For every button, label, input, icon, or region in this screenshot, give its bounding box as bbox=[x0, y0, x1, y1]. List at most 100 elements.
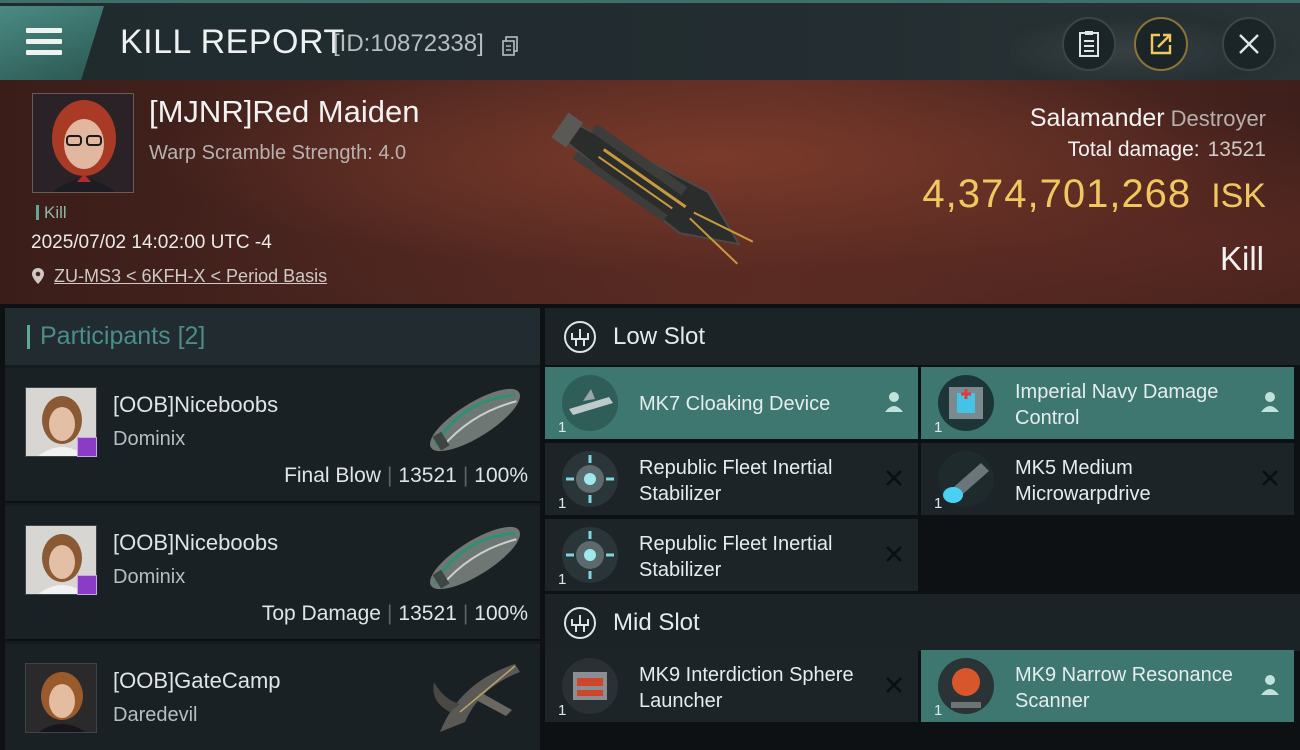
participant-name[interactable]: [OOB]Niceboobs bbox=[113, 392, 278, 418]
interdiction-launcher-icon bbox=[562, 658, 618, 714]
participant-row[interactable]: [OOB]Niceboobs Dominix Top Damage | 13521 |… bbox=[5, 506, 540, 641]
participant-ship-art bbox=[429, 526, 521, 590]
module-quantity: 1 bbox=[558, 571, 567, 588]
warp-scramble-strength: Warp Scramble Strength: 4.0 bbox=[149, 142, 407, 164]
top-bar: KILL REPORT [ID:10872338] bbox=[0, 0, 1300, 81]
copy-icon[interactable] bbox=[502, 36, 518, 56]
person-icon bbox=[1261, 392, 1279, 412]
victim-ship-art bbox=[551, 112, 754, 265]
participant-badge bbox=[77, 575, 97, 595]
isk-unit: ISK bbox=[1211, 177, 1266, 215]
participant-name[interactable]: [OOB]Niceboobs bbox=[113, 530, 278, 556]
module-item[interactable]: 1 MK9 Narrow Resonance Scanner bbox=[921, 650, 1294, 722]
participant-name[interactable]: [OOB]GateCamp bbox=[113, 668, 281, 694]
damage-control-icon bbox=[938, 375, 994, 431]
total-damage-value: 13521 bbox=[1207, 138, 1266, 161]
module-name: Republic Fleet Inertial Stabilizer bbox=[639, 457, 833, 505]
victim-banner: [MJNR]Red Maiden Warp Scramble Strength:… bbox=[0, 80, 1300, 304]
result-label: Kill bbox=[1219, 240, 1264, 277]
participant-role: Final Blow bbox=[284, 464, 381, 487]
location-text[interactable]: ZU-MS3 < 6KFH-X < Period Basis bbox=[54, 266, 327, 286]
close-icon bbox=[1239, 34, 1259, 54]
isk-amount: 4,374,701,268 bbox=[922, 172, 1192, 216]
victim-ship[interactable]: Salamander Destroyer bbox=[1030, 104, 1266, 133]
participants-label: Participants bbox=[40, 322, 171, 350]
module-item[interactable]: 1 MK5 Medium Microwarpdrive bbox=[921, 443, 1294, 515]
resonance-scanner-icon bbox=[938, 658, 994, 714]
participant-stats: Top Damage | 13521 | 100% bbox=[261, 602, 528, 625]
low-slot-title: Low Slot bbox=[613, 322, 706, 350]
location-link[interactable]: ZU-MS3 < 6KFH-X < Period Basis bbox=[31, 266, 327, 287]
module-quantity: 1 bbox=[558, 419, 567, 436]
participants-count: [2] bbox=[177, 322, 206, 350]
page-title: KILL REPORT bbox=[120, 23, 345, 61]
module-item[interactable]: 1 Imperial Navy Damage Control bbox=[921, 367, 1294, 439]
module-item[interactable]: 1 Republic Fleet Inertial Stabilizer bbox=[545, 443, 918, 515]
clipboard-icon bbox=[1079, 31, 1099, 57]
module-name: MK7 Cloaking Device bbox=[639, 393, 831, 415]
mid-slot-title: Mid Slot bbox=[613, 608, 700, 636]
kill-timestamp: 2025/07/02 14:02:00 UTC -4 bbox=[31, 232, 272, 253]
participants-header: Participants [2] bbox=[5, 308, 540, 365]
x-icon bbox=[886, 470, 902, 486]
participants-panel: Participants [2] [OOB]Niceboobs Dominix … bbox=[5, 308, 540, 750]
total-damage: Total damage: 13521 bbox=[1068, 138, 1266, 162]
participant-damage: 13521 bbox=[398, 602, 457, 625]
participant-ship: Dominix bbox=[113, 566, 186, 588]
menu-button[interactable] bbox=[0, 6, 104, 80]
isk-value: 4,374,701,268 ISK bbox=[922, 172, 1266, 217]
menu-icon bbox=[26, 28, 62, 61]
microwarpdrive-icon bbox=[938, 451, 994, 507]
module-quantity: 1 bbox=[934, 495, 943, 512]
participant-ship-art bbox=[429, 388, 521, 452]
participant-row[interactable]: [OOB]GateCamp Daredevil bbox=[5, 644, 540, 750]
module-quantity: 1 bbox=[934, 702, 943, 719]
kill-tag: Kill bbox=[36, 203, 67, 223]
ship-class: Destroyer bbox=[1170, 106, 1266, 131]
report-id: [ID:10872338] bbox=[333, 30, 484, 57]
x-icon bbox=[886, 677, 902, 693]
mid-slot-header: Mid Slot bbox=[545, 594, 1300, 651]
total-damage-label: Total damage: bbox=[1067, 138, 1200, 161]
participant-role: Top Damage bbox=[261, 602, 381, 625]
clipboard-button[interactable] bbox=[1062, 17, 1116, 71]
module-item[interactable]: 1 MK7 Cloaking Device bbox=[545, 367, 918, 439]
victim-name[interactable]: [MJNR]Red Maiden bbox=[149, 94, 419, 130]
participant-ship: Daredevil bbox=[113, 704, 198, 726]
participant-percent: 100% bbox=[474, 464, 528, 487]
person-icon bbox=[1261, 675, 1279, 695]
participant-ship-art bbox=[433, 664, 520, 732]
x-icon bbox=[886, 546, 902, 562]
ship-name: Salamander bbox=[1029, 104, 1165, 132]
pin-icon bbox=[32, 268, 44, 284]
close-button[interactable] bbox=[1222, 17, 1276, 71]
participant-stats: Final Blow | 13521 | 100% bbox=[284, 464, 528, 487]
participant-row[interactable]: [OOB]Niceboobs Dominix Final Blow | 13521 |… bbox=[5, 368, 540, 503]
module-name: MK5 Medium Microwarpdrive bbox=[1015, 457, 1151, 505]
slot-icon bbox=[564, 320, 596, 353]
inertial-stabilizer-icon bbox=[562, 451, 618, 507]
export-icon bbox=[1150, 33, 1172, 55]
module-name: MK9 Narrow Resonance Scanner bbox=[1015, 664, 1233, 712]
module-quantity: 1 bbox=[934, 419, 943, 436]
module-quantity: 1 bbox=[558, 495, 567, 512]
export-button[interactable] bbox=[1134, 17, 1188, 71]
victim-avatar[interactable] bbox=[32, 93, 134, 193]
person-icon bbox=[885, 392, 903, 412]
x-icon bbox=[1262, 470, 1278, 486]
module-quantity: 1 bbox=[558, 702, 567, 719]
participant-percent: 100% bbox=[474, 602, 528, 625]
slot-icon bbox=[564, 606, 596, 639]
participant-badge bbox=[77, 437, 97, 457]
participant-damage: 13521 bbox=[398, 464, 457, 487]
low-slot-header: Low Slot bbox=[545, 308, 1300, 365]
participant-ship: Dominix bbox=[113, 428, 186, 450]
participant-avatar[interactable] bbox=[25, 663, 97, 733]
module-name: MK9 Interdiction Sphere Launcher bbox=[639, 664, 854, 712]
fitting-slots: Low Slot 1 MK7 Cloaking Device 1 Imperia… bbox=[545, 308, 1300, 750]
module-name: Republic Fleet Inertial Stabilizer bbox=[639, 533, 833, 581]
module-item[interactable]: 1 Republic Fleet Inertial Stabilizer bbox=[545, 519, 918, 591]
module-item[interactable]: 1 MK9 Interdiction Sphere Launcher bbox=[545, 650, 918, 722]
cloaking-device-icon bbox=[562, 375, 618, 431]
module-name: Imperial Navy Damage Control bbox=[1015, 381, 1219, 429]
